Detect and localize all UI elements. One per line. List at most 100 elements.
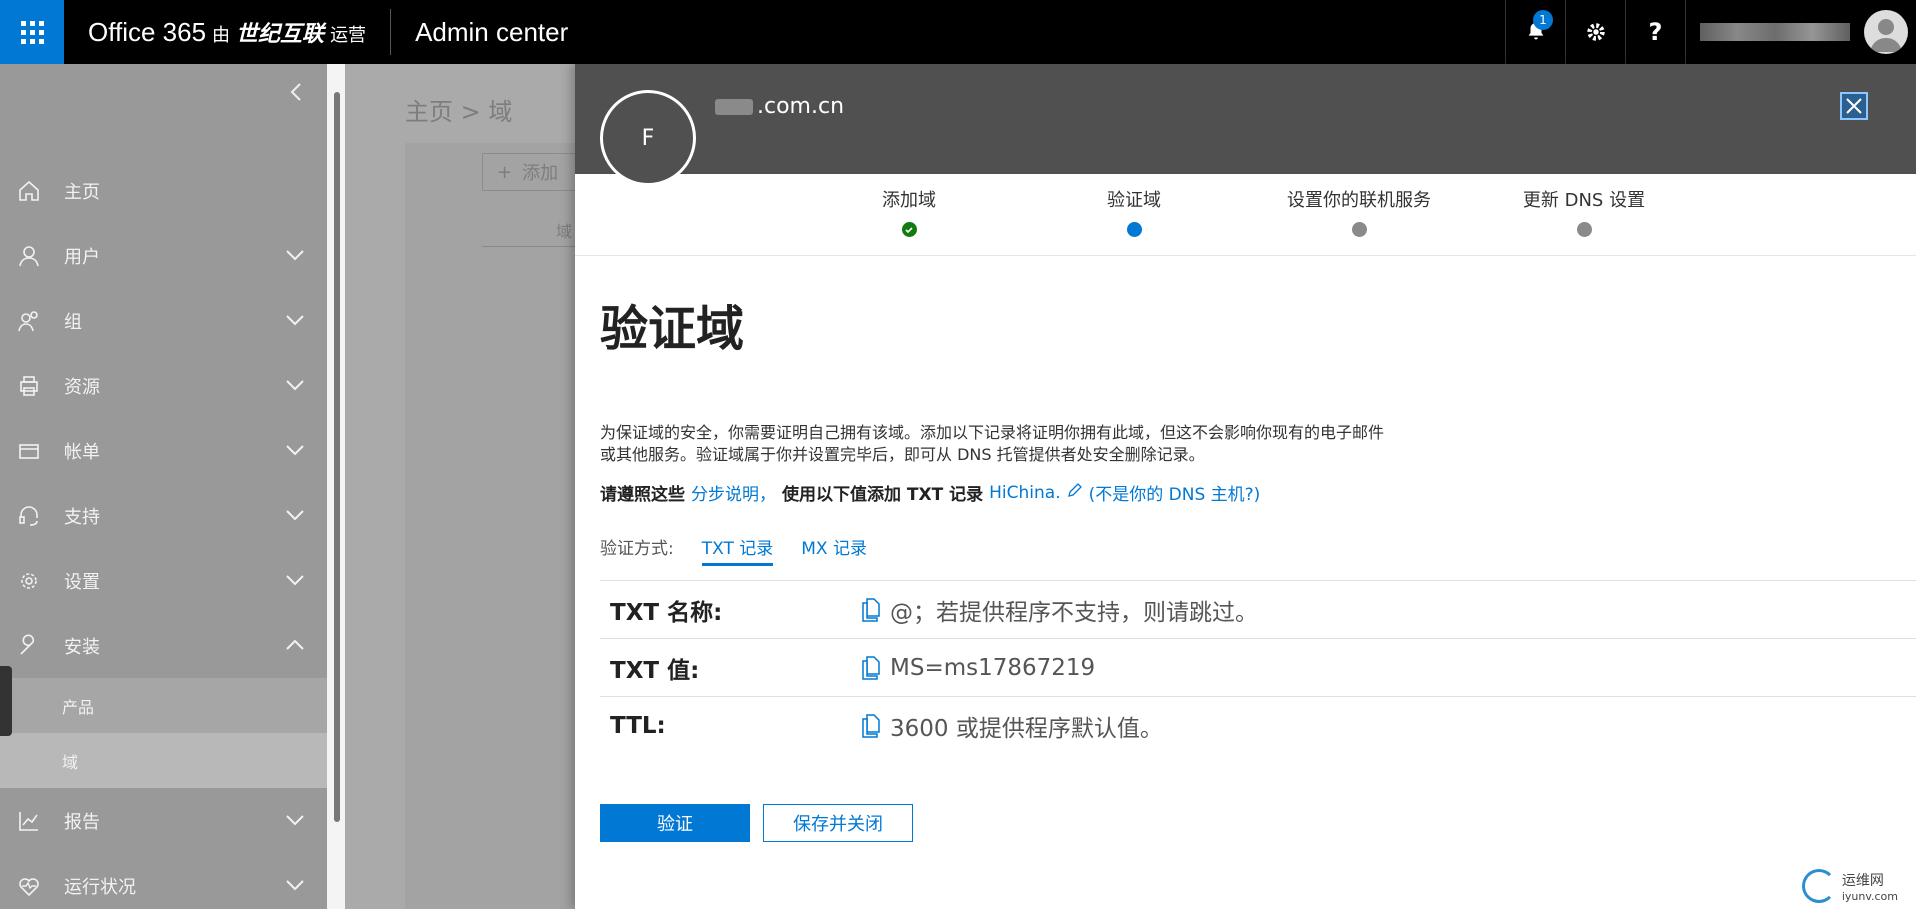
step-label: 验证域 (1107, 190, 1161, 211)
record-value: @；若提供程序不支持，则请跳过。 (860, 593, 1258, 627)
add-domain-label: 添加 (522, 163, 559, 184)
wizard-steps: 添加域 验证域 设置你的联机服务 更新 DNS 设置 (575, 174, 1916, 256)
records-table: TXT 名称: @；若提供程序不支持，则请跳过。 TXT 值: MS=ms178… (600, 580, 1916, 754)
headset-icon (16, 503, 42, 529)
nav-label: 用户 (64, 246, 100, 268)
step-online-services: 设置你的联机服务 (1259, 186, 1459, 237)
breadcrumb: 主页 > 域 (405, 98, 513, 126)
collapse-nav-button[interactable] (289, 82, 303, 108)
brand[interactable]: Office 365 由 世纪互联 运营 (88, 16, 366, 48)
nav-item-billing[interactable]: 帐单 (0, 418, 327, 483)
chevron-down-icon (285, 810, 305, 831)
settings-button[interactable] (1565, 0, 1625, 64)
table-row: TXT 名称: @；若提供程序不支持，则请跳过。 (600, 580, 1916, 638)
user-icon (16, 243, 42, 269)
not-your-dns-host-link[interactable]: (不是你的 DNS 主机?) (1089, 480, 1261, 505)
pencil-icon[interactable] (1067, 482, 1083, 503)
domain-name: .com.cn (715, 94, 844, 119)
nav-subitem-products[interactable]: 产品 (0, 678, 327, 733)
step-label: 添加域 (882, 190, 936, 211)
side-widget (0, 666, 12, 736)
chevron-left-icon (290, 83, 301, 101)
nav-label: 资源 (64, 376, 100, 398)
nav-item-settings[interactable]: 设置 (0, 548, 327, 613)
tab-mx-record[interactable]: MX 记录 (801, 534, 867, 566)
record-label: TTL: (610, 712, 666, 739)
page-title: 验证域 (600, 301, 745, 357)
nav-label: 安装 (64, 636, 100, 658)
close-button[interactable] (1840, 92, 1868, 120)
chevron-down-icon (285, 310, 305, 331)
account-menu[interactable] (1685, 0, 1916, 64)
save-and-close-button[interactable]: 保存并关闭 (763, 804, 913, 842)
step-label: 设置你的联机服务 (1287, 190, 1431, 211)
nav-label: 设置 (64, 571, 100, 593)
chevron-down-icon (285, 375, 305, 396)
copy-icon[interactable] (860, 655, 882, 680)
watermark-logo-icon (1801, 869, 1836, 903)
record-value-text: 3600 或提供程序默认值。 (890, 715, 1163, 742)
divider (482, 246, 577, 247)
domain-column-header: 域 (556, 222, 573, 241)
nav-item-setup[interactable]: 安装 (0, 613, 327, 678)
description-line: 或其他服务。验证域属于你并设置完毕后，即可从 DNS 托管提供者处安全删除记录。 (600, 445, 1205, 464)
redacted-text (715, 98, 753, 115)
watermark-text: 运维网 (1841, 872, 1884, 889)
verify-domain-panel: .com.cn F 添加域 验证域 设置你的联机服务 更新 DNS 设置 验证域… (575, 64, 1916, 909)
nav-item-home[interactable]: 主页 (0, 158, 327, 223)
heart-icon (16, 873, 42, 899)
app-title: Admin center (415, 16, 569, 47)
topbar-divider (390, 9, 392, 55)
domain-avatar: F (600, 90, 696, 186)
home-icon (16, 178, 42, 204)
watermark-text: iyunv.com (1841, 889, 1898, 903)
method-label: 验证方式: (600, 539, 674, 559)
tab-txt-record[interactable]: TXT 记录 (701, 534, 774, 566)
check-icon (901, 222, 917, 237)
chart-icon (16, 808, 42, 834)
top-bar: Office 365 由 世纪互联 运营 Admin center 1 ? (0, 0, 1916, 64)
nav-label: 支持 (64, 506, 100, 528)
record-value-text: MS=ms17867219 (890, 654, 1096, 681)
nav-item-health[interactable]: 运行状况 (0, 853, 327, 909)
chevron-down-icon (285, 505, 305, 526)
table-row: TXT 值: MS=ms17867219 (600, 638, 1916, 696)
description-line: 为保证域的安全，你需要证明自己拥有该域。添加以下记录将证明你拥有此域，但这不会影… (600, 423, 1385, 442)
app-launcher-button[interactable] (0, 0, 64, 64)
copy-icon[interactable] (860, 597, 882, 622)
wrench-icon (16, 633, 42, 659)
nav-item-users[interactable]: 用户 (0, 223, 327, 288)
verify-button[interactable]: 验证 (600, 804, 750, 842)
add-domain-button[interactable]: + 添加 (482, 153, 577, 191)
copy-icon[interactable] (860, 713, 882, 738)
nav-label: 运行状况 (64, 876, 136, 898)
brand-operated: 运营 (330, 25, 367, 45)
record-label: TXT 值: (610, 657, 700, 684)
record-value: MS=ms17867219 (860, 655, 1095, 681)
user-avatar (1864, 10, 1908, 54)
nav-item-resources[interactable]: 资源 (0, 353, 327, 418)
help-button[interactable]: ? (1625, 0, 1685, 64)
nav-menu: 主页 用户 组 资源 帐单 支持 设置 安装 产品 域 报告 运行状况 (0, 158, 327, 909)
instructions: 请遵照这些 分步说明， 使用以下值添加 TXT 记录 HiChina. (不是你… (600, 480, 1261, 506)
brand-by: 由 (212, 25, 231, 45)
nav-subitem-domains[interactable]: 域 (0, 733, 327, 788)
plus-icon: + (497, 161, 513, 183)
card-icon (16, 438, 42, 464)
nav-item-reports[interactable]: 报告 (0, 788, 327, 853)
waffle-icon (20, 20, 44, 44)
gear-icon (1586, 23, 1605, 41)
chevron-down-icon (285, 245, 305, 266)
nav-item-support[interactable]: 支持 (0, 483, 327, 548)
group-icon (16, 308, 42, 334)
nav-label: 主页 (64, 181, 100, 203)
step-by-step-link[interactable]: 分步说明， (691, 480, 776, 505)
nav-scrollbar[interactable] (334, 92, 340, 822)
verification-method: 验证方式: TXT 记录 MX 记录 (600, 534, 867, 566)
chevron-down-icon (285, 440, 305, 461)
printer-icon (16, 373, 42, 399)
notifications-button[interactable]: 1 (1505, 0, 1565, 64)
step-add-domain: 添加域 (809, 186, 1009, 237)
nav-item-groups[interactable]: 组 (0, 288, 327, 353)
help-icon: ? (1648, 18, 1663, 46)
